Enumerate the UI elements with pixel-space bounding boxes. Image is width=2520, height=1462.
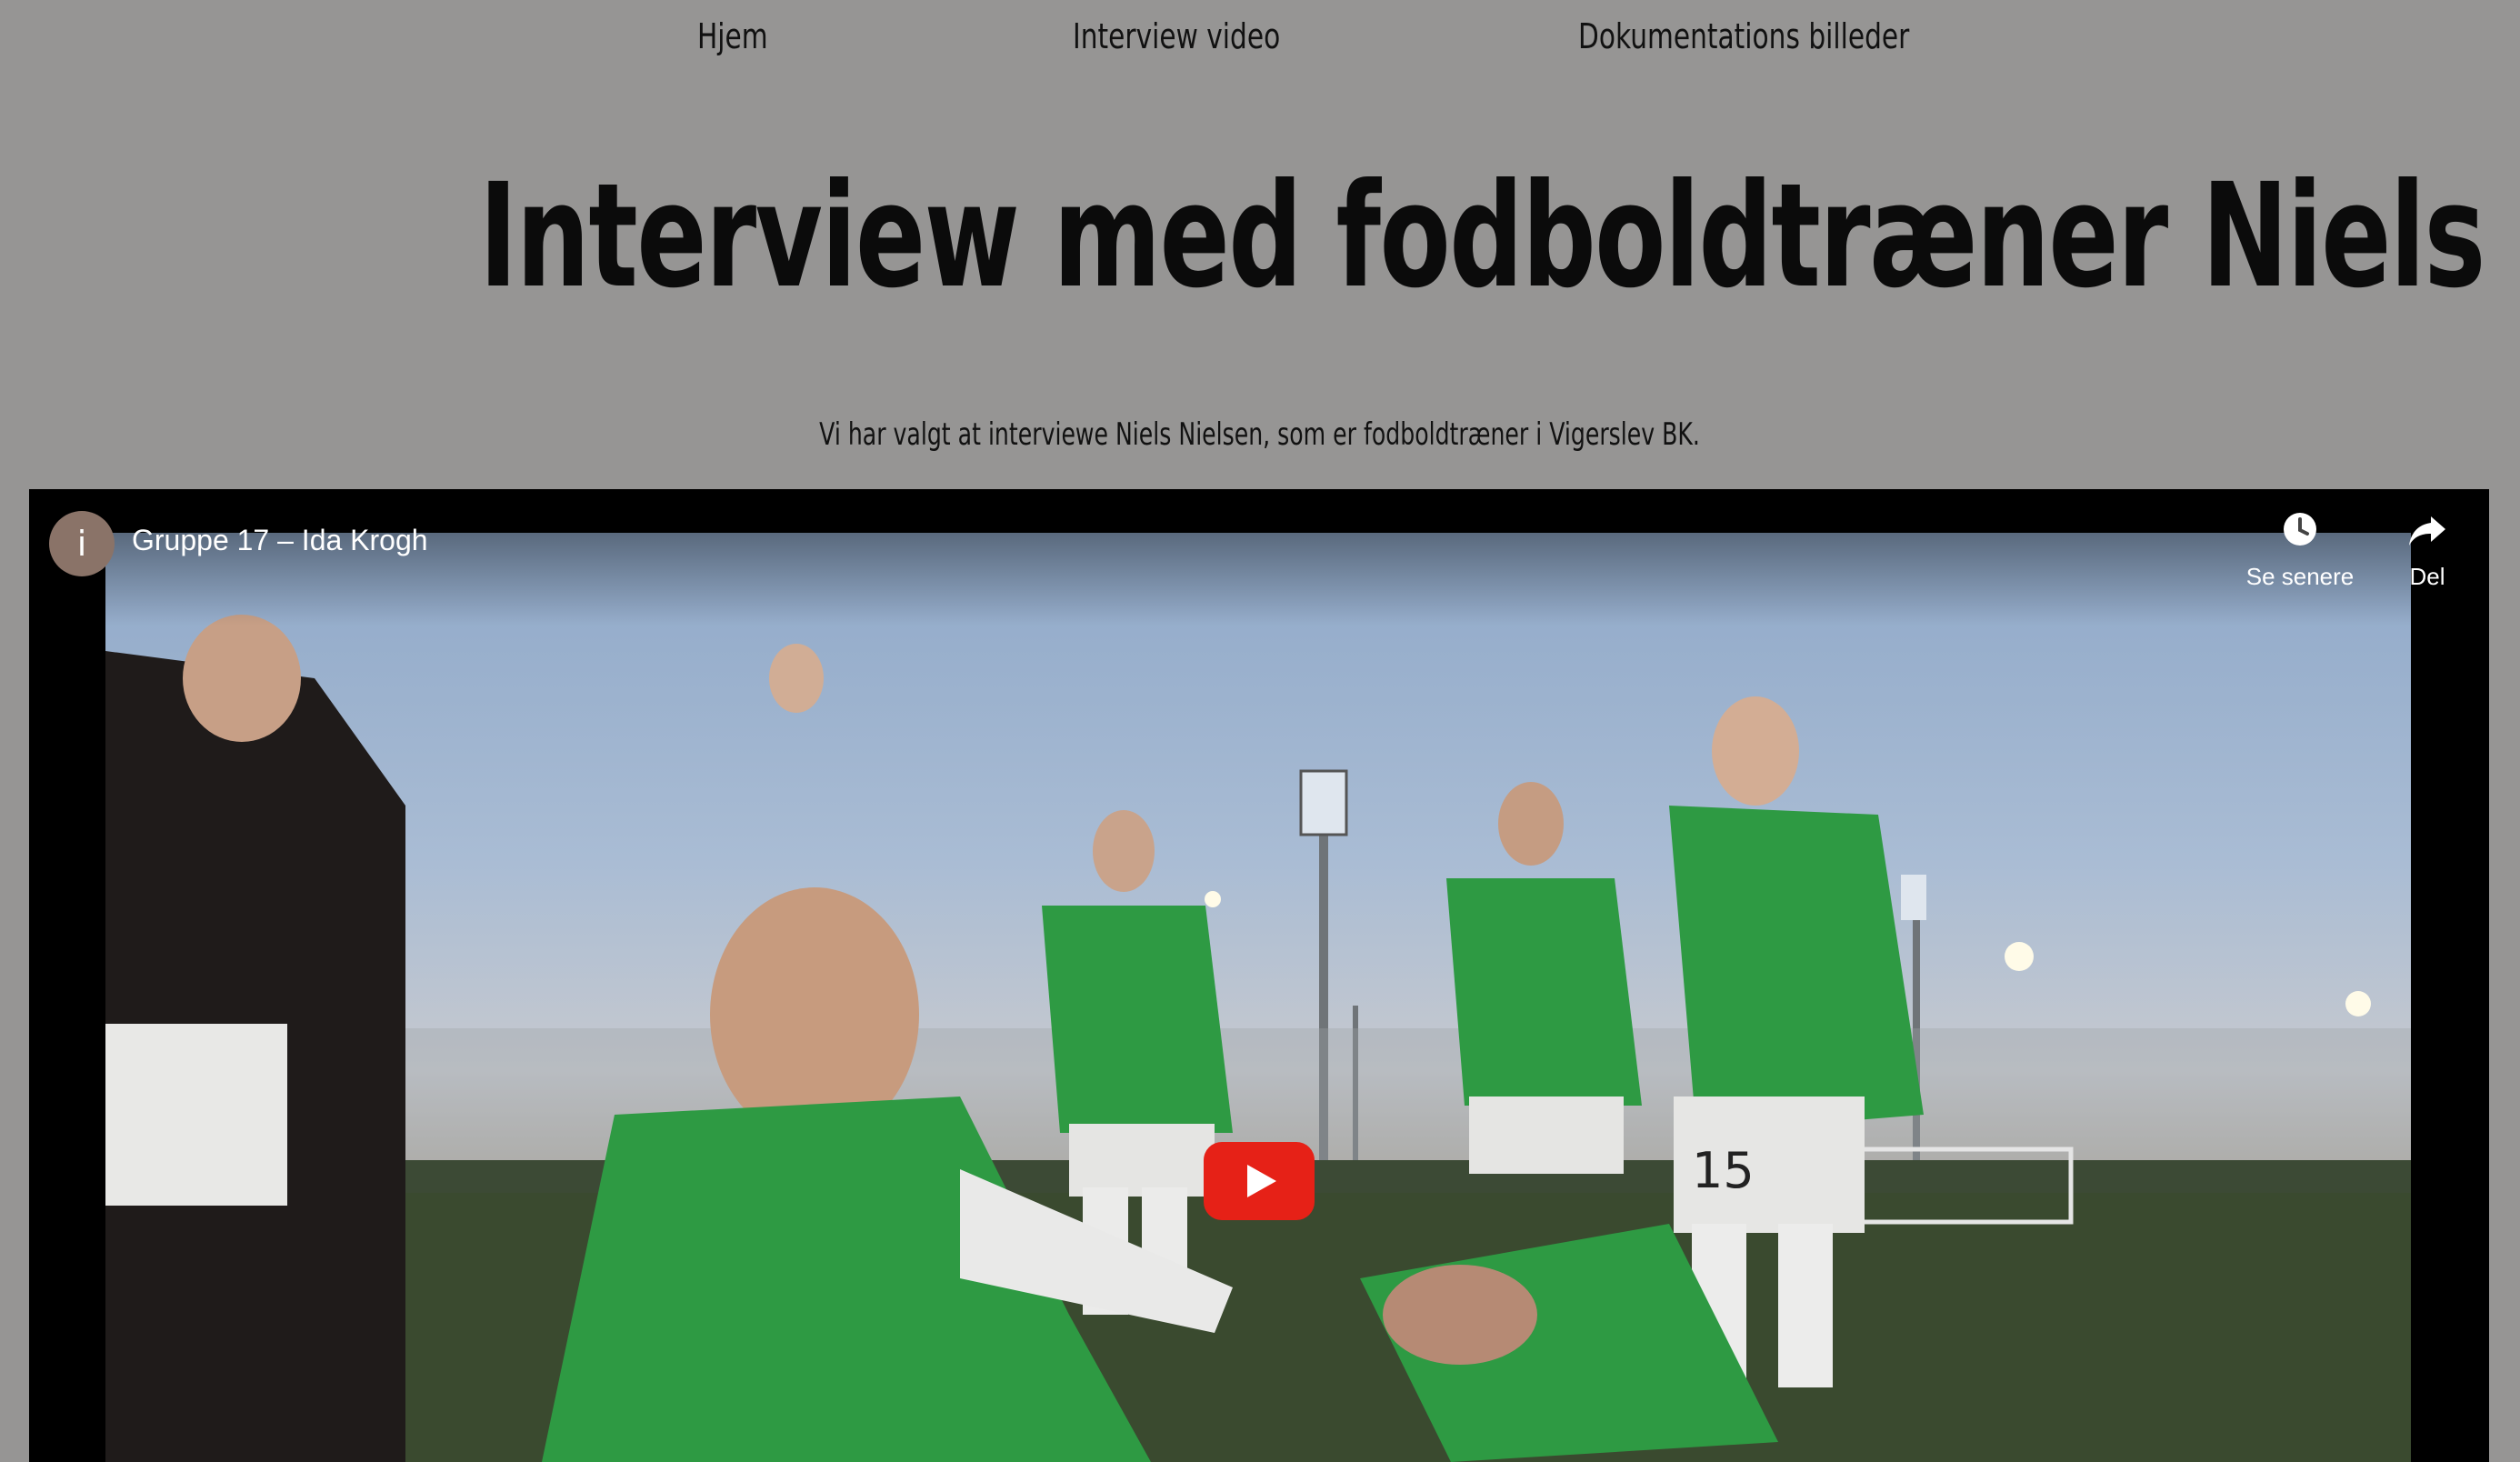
page: Hjem Interview video Dokumentations bill… — [0, 0, 2520, 1462]
video-top-shade — [29, 489, 2489, 626]
intro-text-wrapper: Vi har valgt at interviewe Niels Nielsen… — [0, 416, 2520, 453]
page-title-wrapper: Interview med fodboldtræner Niels Nielse… — [0, 155, 2520, 318]
video-thumbnail[interactable]: 15 — [105, 533, 2411, 1462]
watch-later-label: Se senere — [2245, 563, 2355, 590]
top-nav: Hjem Interview video Dokumentations bill… — [0, 0, 2520, 82]
nav-link-interview-video[interactable]: Interview video — [1073, 16, 1280, 56]
share-button[interactable]: Del — [2391, 509, 2464, 591]
jersey-number: 15 — [1692, 1142, 1755, 1199]
thumbnail-scene: 15 — [105, 615, 2411, 1462]
nav-link-hjem[interactable]: Hjem — [697, 16, 768, 56]
youtube-embed[interactable]: 15 i Gruppe 17 – Ida Krogh Se senere Del — [29, 489, 2489, 1462]
intro-text: Vi har valgt at interviewe Niels Nielsen… — [819, 416, 1701, 453]
clock-icon — [2284, 513, 2316, 546]
channel-avatar[interactable]: i — [49, 511, 115, 576]
watch-later-button[interactable]: Se senere — [2236, 509, 2364, 591]
page-title: Interview med fodboldtræner Niels Nielse… — [478, 153, 2520, 320]
play-button[interactable] — [1204, 1142, 1315, 1220]
share-label: Del — [2409, 563, 2445, 590]
share-arrow-icon — [2409, 516, 2445, 546]
video-title[interactable]: Gruppe 17 – Ida Krogh — [132, 524, 428, 557]
play-icon — [1247, 1165, 1276, 1197]
nav-link-dokumentations-billeder[interactable]: Dokumentations billeder — [1578, 16, 1909, 56]
